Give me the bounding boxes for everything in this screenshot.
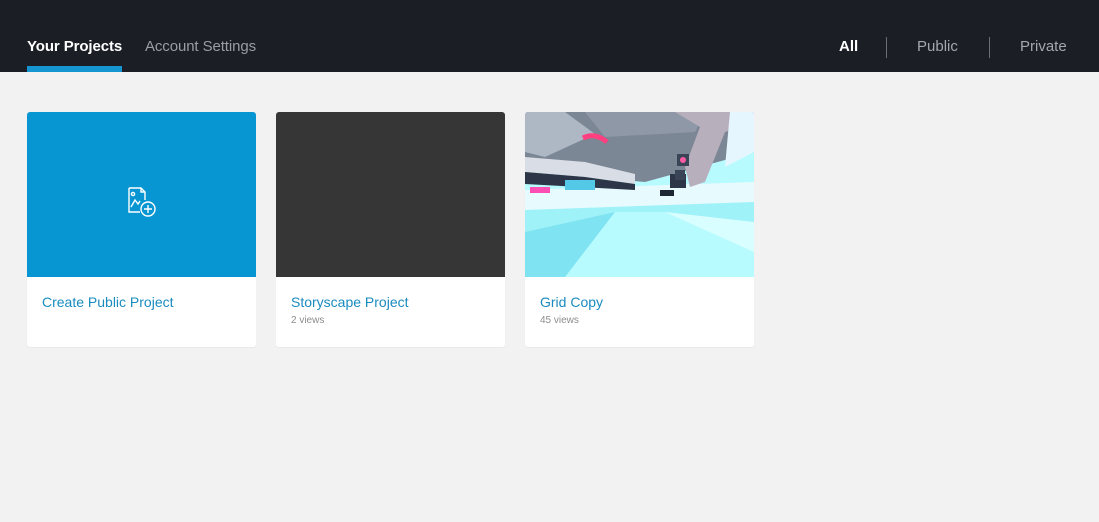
card-title[interactable]: Create Public Project xyxy=(42,294,174,310)
view-count: 45 views xyxy=(540,315,579,326)
filter-all[interactable]: All xyxy=(839,38,858,55)
create-project-card[interactable]: Create Public Project xyxy=(27,112,256,347)
view-count: 2 views xyxy=(291,315,325,326)
add-project-icon xyxy=(128,187,156,217)
filter-divider xyxy=(886,37,887,58)
top-navigation-bar: Your Projects Account Settings All Publi… xyxy=(0,0,1099,72)
tab-your-projects[interactable]: Your Projects xyxy=(27,38,123,72)
card-title[interactable]: Storyscape Project xyxy=(291,294,409,310)
project-card[interactable]: Storyscape Project 2 views xyxy=(276,112,505,347)
filter-public[interactable]: Public xyxy=(917,38,958,55)
filter-private[interactable]: Private xyxy=(1020,38,1067,55)
tab-account-settings[interactable]: Account Settings xyxy=(145,38,256,72)
project-thumbnail xyxy=(525,112,754,277)
project-card[interactable]: Grid Copy 45 views xyxy=(525,112,754,347)
create-project-thumbnail xyxy=(27,112,256,277)
project-thumbnail xyxy=(276,112,505,277)
filter-divider xyxy=(989,37,990,58)
card-title[interactable]: Grid Copy xyxy=(540,294,603,310)
